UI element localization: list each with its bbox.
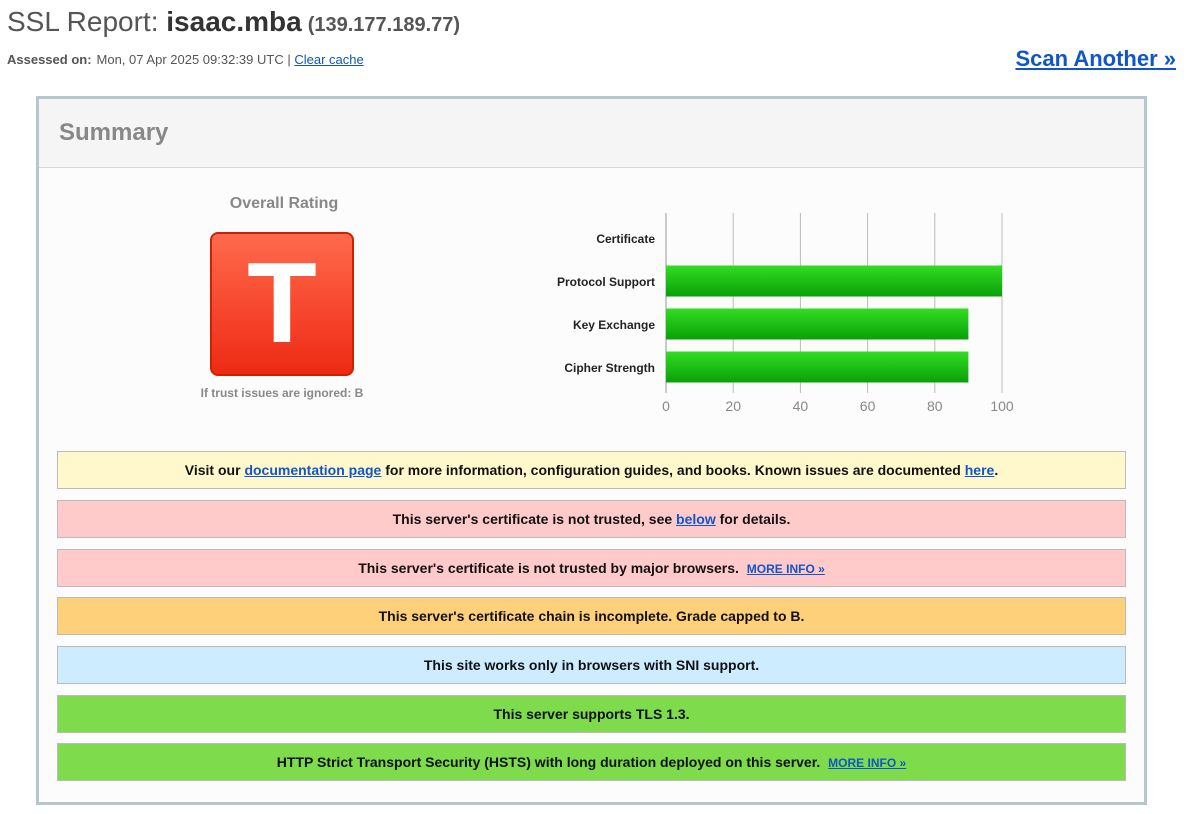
hsts-more-info-link[interactable]: MORE INFO » [828, 756, 906, 770]
notice-text: This site works only in browsers with SN… [423, 657, 760, 673]
category-label: Key Exchange [573, 318, 655, 332]
assessed-label: Assessed on: [7, 52, 92, 67]
assessed-info: Assessed on: Mon, 07 Apr 2025 09:32:39 UT… [7, 52, 364, 67]
notice-banner: This site works only in browsers with SN… [57, 646, 1126, 684]
notice-text: for details. [715, 511, 791, 527]
below-link[interactable]: below [676, 511, 716, 527]
trust-note: If trust issues are ignored: B [200, 386, 364, 400]
x-tick-label: 40 [793, 398, 809, 413]
notice-text: This server supports TLS 1.3. [493, 706, 690, 722]
x-tick-label: 60 [860, 398, 876, 413]
notice-text: This server's certificate is not trusted… [392, 511, 677, 527]
notice-banner: This server's certificate is not trusted… [57, 500, 1126, 538]
more-info-link[interactable]: MORE INFO » [747, 562, 825, 576]
page-title: SSL Report: isaac.mba (139.177.189.77) [7, 6, 460, 38]
bar-cipher-strength [666, 351, 969, 383]
notice-text: HTTP Strict Transport Security (HSTS) wi… [276, 754, 825, 770]
summary-header: Summary [39, 99, 1144, 168]
category-label: Certificate [596, 232, 655, 246]
scan-another-link[interactable]: Scan Another » [1015, 46, 1176, 72]
notice-banner: This server's certificate is not trusted… [57, 549, 1126, 587]
notice-banner: HTTP Strict Transport Security (HSTS) wi… [57, 743, 1126, 781]
clear-cache-link[interactable]: Clear cache [294, 52, 363, 67]
notice-banner: Visit our documentation page for more in… [57, 451, 1126, 489]
notice-text: This server's certificate is not trusted… [358, 560, 743, 576]
notice-text: . [994, 462, 999, 478]
x-tick-label: 0 [662, 398, 670, 413]
x-tick-label: 100 [990, 398, 1014, 413]
notice-banner: This server supports TLS 1.3. [57, 695, 1126, 733]
ip-address: (139.177.189.77) [307, 14, 461, 36]
title-prefix: SSL Report: [7, 6, 159, 37]
bar-protocol-support [666, 265, 1002, 297]
summary-panel: Summary Overall Rating T If trust issues… [36, 96, 1147, 805]
bar-key-exchange [666, 308, 969, 340]
x-tick-label: 80 [927, 398, 943, 413]
category-label: Cipher Strength [564, 361, 655, 375]
notice-banner: This server's certificate chain is incom… [57, 597, 1126, 635]
known-issues-link[interactable]: here [965, 462, 995, 478]
overall-rating-label: Overall Rating [229, 195, 339, 212]
category-label: Protocol Support [557, 275, 655, 289]
assessed-value: Mon, 07 Apr 2025 09:32:39 UTC | [96, 52, 291, 67]
documentation-page-link[interactable]: documentation page [244, 462, 381, 478]
x-tick-label: 20 [725, 398, 741, 413]
hostname: isaac.mba [166, 6, 302, 37]
summary-title: Summary [59, 119, 169, 146]
notice-text: This server's certificate chain is incom… [378, 608, 805, 624]
grade-badge: T [210, 232, 354, 376]
rating-bar-chart: 0 20 40 60 80 100 Certificate Protocol Support K… [557, 213, 1014, 413]
notice-text: for more information, configuration guid… [381, 462, 965, 478]
notice-text: Visit our [184, 462, 245, 478]
